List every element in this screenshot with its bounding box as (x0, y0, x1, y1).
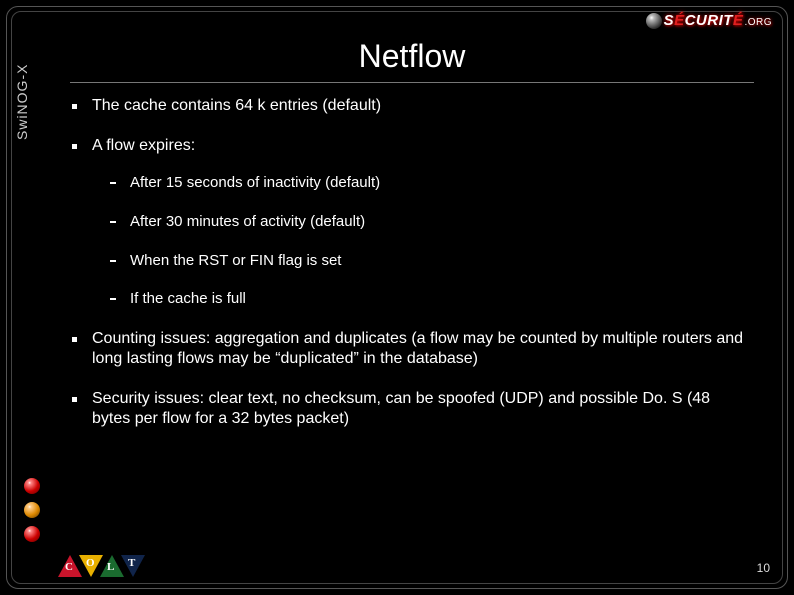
side-label: SwiNOG-X (14, 64, 30, 140)
sub-bullet-item: After 30 minutes of activity (default) (92, 213, 752, 232)
colt-logo: C O L T (58, 555, 142, 577)
swiss-ball-icon (24, 526, 40, 542)
logo-text: SÉCURITÉ.ORG (664, 12, 772, 29)
sub-bullet-text: After 15 seconds of inactivity (default) (130, 174, 380, 191)
bullet-text: A flow expires: (92, 137, 195, 154)
bullet-text: The cache contains 64 k entries (default… (92, 97, 381, 114)
bullet-item: Security issues: clear text, no checksum… (66, 389, 752, 429)
sub-bullet-text: After 30 minutes of activity (default) (130, 213, 365, 230)
colt-triangle: T (121, 555, 145, 577)
page-number: 10 (757, 561, 770, 575)
bullet-item: Counting issues: aggregation and duplica… (66, 329, 752, 369)
slide-content: The cache contains 64 k entries (default… (66, 96, 752, 449)
title-underline (70, 82, 754, 83)
sub-bullet-item: If the cache is full (92, 290, 752, 309)
side-balls (24, 478, 40, 542)
slide-title: Netflow (70, 38, 754, 75)
bullet-item: A flow expires: After 15 seconds of inac… (66, 136, 752, 309)
sub-bullet-text: If the cache is full (130, 290, 246, 307)
bullet-text: Counting issues: aggregation and duplica… (92, 330, 743, 367)
sub-bullet-text: When the RST or FIN flag is set (130, 252, 341, 269)
sub-bullet-item: When the RST or FIN flag is set (92, 252, 752, 271)
securite-logo: SÉCURITÉ.ORG (646, 12, 772, 29)
globe-icon (646, 13, 662, 29)
swiss-ball-icon (24, 502, 40, 518)
swiss-ball-icon (24, 478, 40, 494)
sub-bullet-item: After 15 seconds of inactivity (default) (92, 174, 752, 193)
bullet-text: Security issues: clear text, no checksum… (92, 390, 710, 427)
bullet-item: The cache contains 64 k entries (default… (66, 96, 752, 116)
